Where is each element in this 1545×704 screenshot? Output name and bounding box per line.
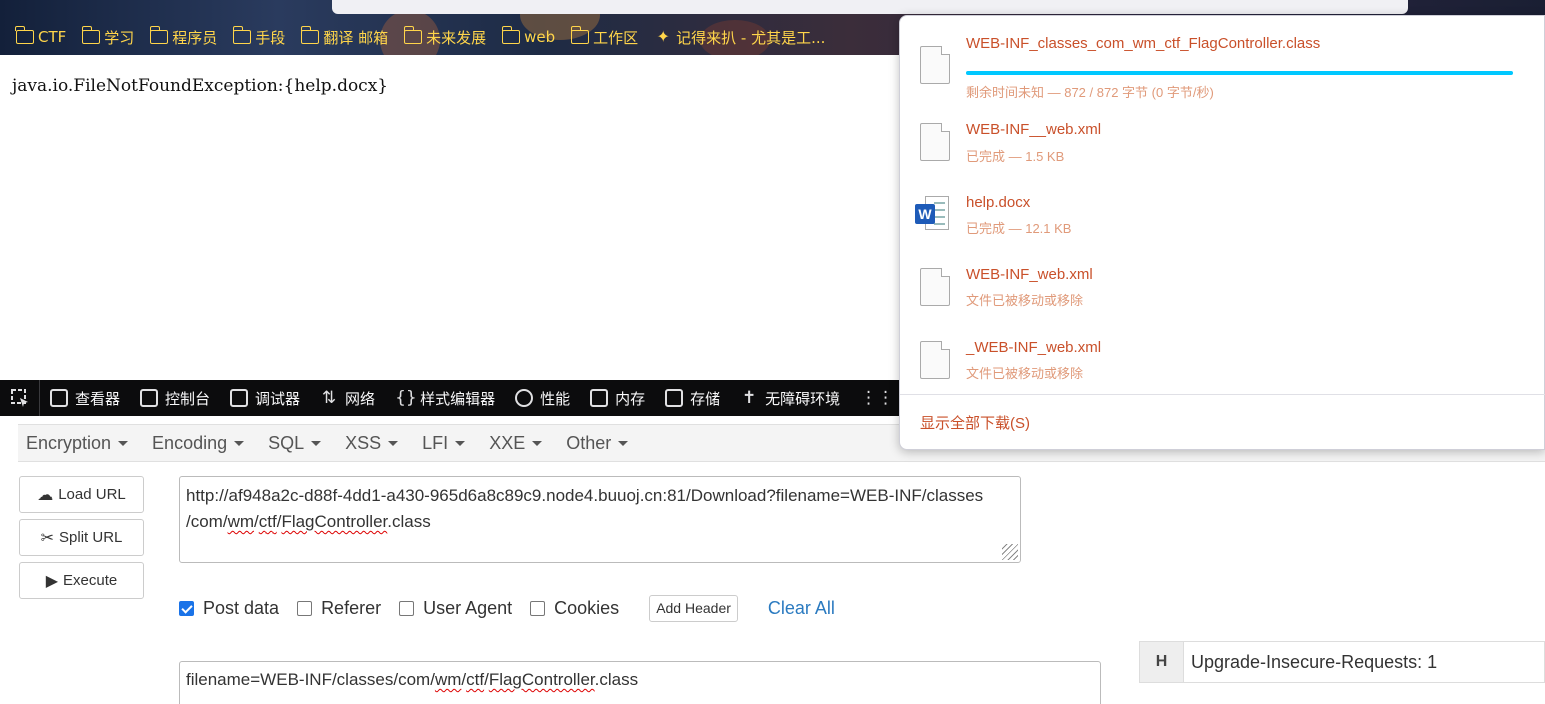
tab-performance[interactable]: 性能 [505,380,580,416]
menu-other[interactable]: Other [558,433,636,454]
menu-sql[interactable]: SQL [260,433,329,454]
style-editor-icon: {} [395,388,417,408]
menu-xxe[interactable]: XXE [481,433,550,454]
memory-icon [590,389,609,407]
cloud-download-icon: ☁ [37,486,54,504]
checkbox-icon [297,600,313,616]
download-item[interactable]: _WEB-INF_web.xml 文件已被移动或移除 [900,329,1545,399]
menu-lfi[interactable]: LFI [414,433,473,454]
execute-button[interactable]: ▶ Execute [19,562,144,599]
url-textarea[interactable]: http://af948a2c-d88f-4dd1-a430-965d6a8c8… [179,476,1021,563]
error-message: java.io.FileNotFoundException:{help.docx… [12,76,389,96]
caret-down-icon [455,440,466,446]
storage-icon [665,389,684,407]
inspector-icon [50,389,68,407]
download-item[interactable]: WEB-INF_web.xml 文件已被移动或移除 [900,256,1545,326]
performance-icon [515,389,534,407]
bookmark-study[interactable]: 学习 [81,26,134,48]
clear-all-link[interactable]: Clear All [768,598,835,619]
tab-storage[interactable]: 存储 [655,380,730,416]
network-icon: ⇅ [321,388,337,408]
checkbox-icon [399,600,415,616]
tab-accessibility[interactable]: ✝ 无障碍环境 [730,380,850,416]
add-header-button[interactable]: Add Header [649,594,738,622]
bookmark-translate-mail[interactable]: 翻译 邮箱 [300,26,388,48]
caret-down-icon [311,440,322,446]
caret-down-icon [532,440,543,446]
post-data-checkbox[interactable]: Post data [179,598,279,619]
folder-icon [300,26,320,44]
folder-icon [15,26,34,44]
word-file-icon: W [915,194,949,232]
file-icon [920,46,950,84]
file-icon [920,123,950,161]
hackbar-panel: Encryption Encoding SQL XSS LFI XXE Othe… [0,416,1545,704]
options-row: Post data Referer User Agent Cookies Add… [179,594,835,622]
bookmark-ctf[interactable]: CTF [15,26,66,46]
debugger-icon [230,389,249,407]
caret-down-icon [618,440,629,446]
scissors-icon: ✂ [40,529,55,547]
file-icon [920,341,950,379]
menu-xss[interactable]: XSS [337,433,406,454]
folder-icon [403,26,423,44]
header-value-input[interactable]: Upgrade-Insecure-Requests: 1 [1184,652,1437,673]
folder-icon [232,26,252,44]
bookmark-future[interactable]: 未来发展 [403,26,486,48]
post-data-textarea[interactable]: filename=WEB-INF/classes/com/wm/ctf/Flag… [179,661,1101,704]
header-badge: H [1140,642,1184,682]
grid-icon: ⋮⋮ [860,388,895,408]
bookmark-web[interactable]: web [501,26,555,46]
download-progress-bar [966,71,1513,75]
checkbox-checked-icon [179,600,194,616]
tab-console[interactable]: 控制台 [130,380,220,416]
tab-memory[interactable]: 内存 [580,380,655,416]
bookmark-programmer[interactable]: 程序员 [149,26,217,48]
cookies-checkbox[interactable]: Cookies [530,598,619,619]
folder-icon [501,26,521,44]
tab-debugger[interactable]: 调试器 [220,380,310,416]
download-item[interactable]: WEB-INF_classes_com_wm_ctf_FlagControlle… [900,26,1545,100]
more-tools-button[interactable]: ⋮⋮ [850,380,895,416]
split-url-button[interactable]: ✂ Split URL [19,519,144,556]
resize-grip-icon[interactable] [1002,544,1018,560]
console-icon [140,389,159,407]
accessibility-icon: ✝ [742,388,757,408]
load-url-button[interactable]: ☁ Load URL [19,476,144,513]
progress-fill [966,71,1513,75]
folder-icon [81,26,101,44]
user-agent-checkbox[interactable]: User Agent [399,598,512,619]
caret-down-icon [118,440,129,446]
tab-style-editor[interactable]: {} 样式编辑器 [385,380,505,416]
folder-icon [149,26,169,44]
header-entry: H Upgrade-Insecure-Requests: 1 [1139,641,1545,683]
caret-down-icon [388,440,399,446]
site-icon: ✦ [656,27,670,46]
file-icon [920,268,950,306]
bookmark-tools[interactable]: 手段 [232,26,285,48]
downloads-panel: WEB-INF_classes_com_wm_ctf_FlagControlle… [899,15,1545,450]
checkbox-icon [530,600,546,616]
url-bar[interactable] [332,0,1408,14]
referer-checkbox[interactable]: Referer [297,598,381,619]
play-icon: ▶ [45,572,59,590]
show-all-downloads-button[interactable]: 显示全部下载(S) [900,394,1545,450]
menu-encoding[interactable]: Encoding [144,433,252,454]
element-picker-button[interactable] [0,380,40,416]
tab-network[interactable]: ⇅ 网络 [310,380,385,416]
download-item[interactable]: W help.docx 已完成 — 12.1 KB [900,184,1545,254]
picker-icon [10,389,28,407]
bookmark-workspace[interactable]: 工作区 [570,26,638,48]
folder-icon [570,26,590,44]
bookmark-site[interactable]: ✦ 记得来扒 - 尤其是工... [654,27,825,48]
menu-encryption[interactable]: Encryption [18,433,136,454]
tab-inspector[interactable]: 查看器 [40,380,130,416]
download-item[interactable]: WEB-INF__web.xml 已完成 — 1.5 KB [900,111,1545,181]
caret-down-icon [234,440,245,446]
